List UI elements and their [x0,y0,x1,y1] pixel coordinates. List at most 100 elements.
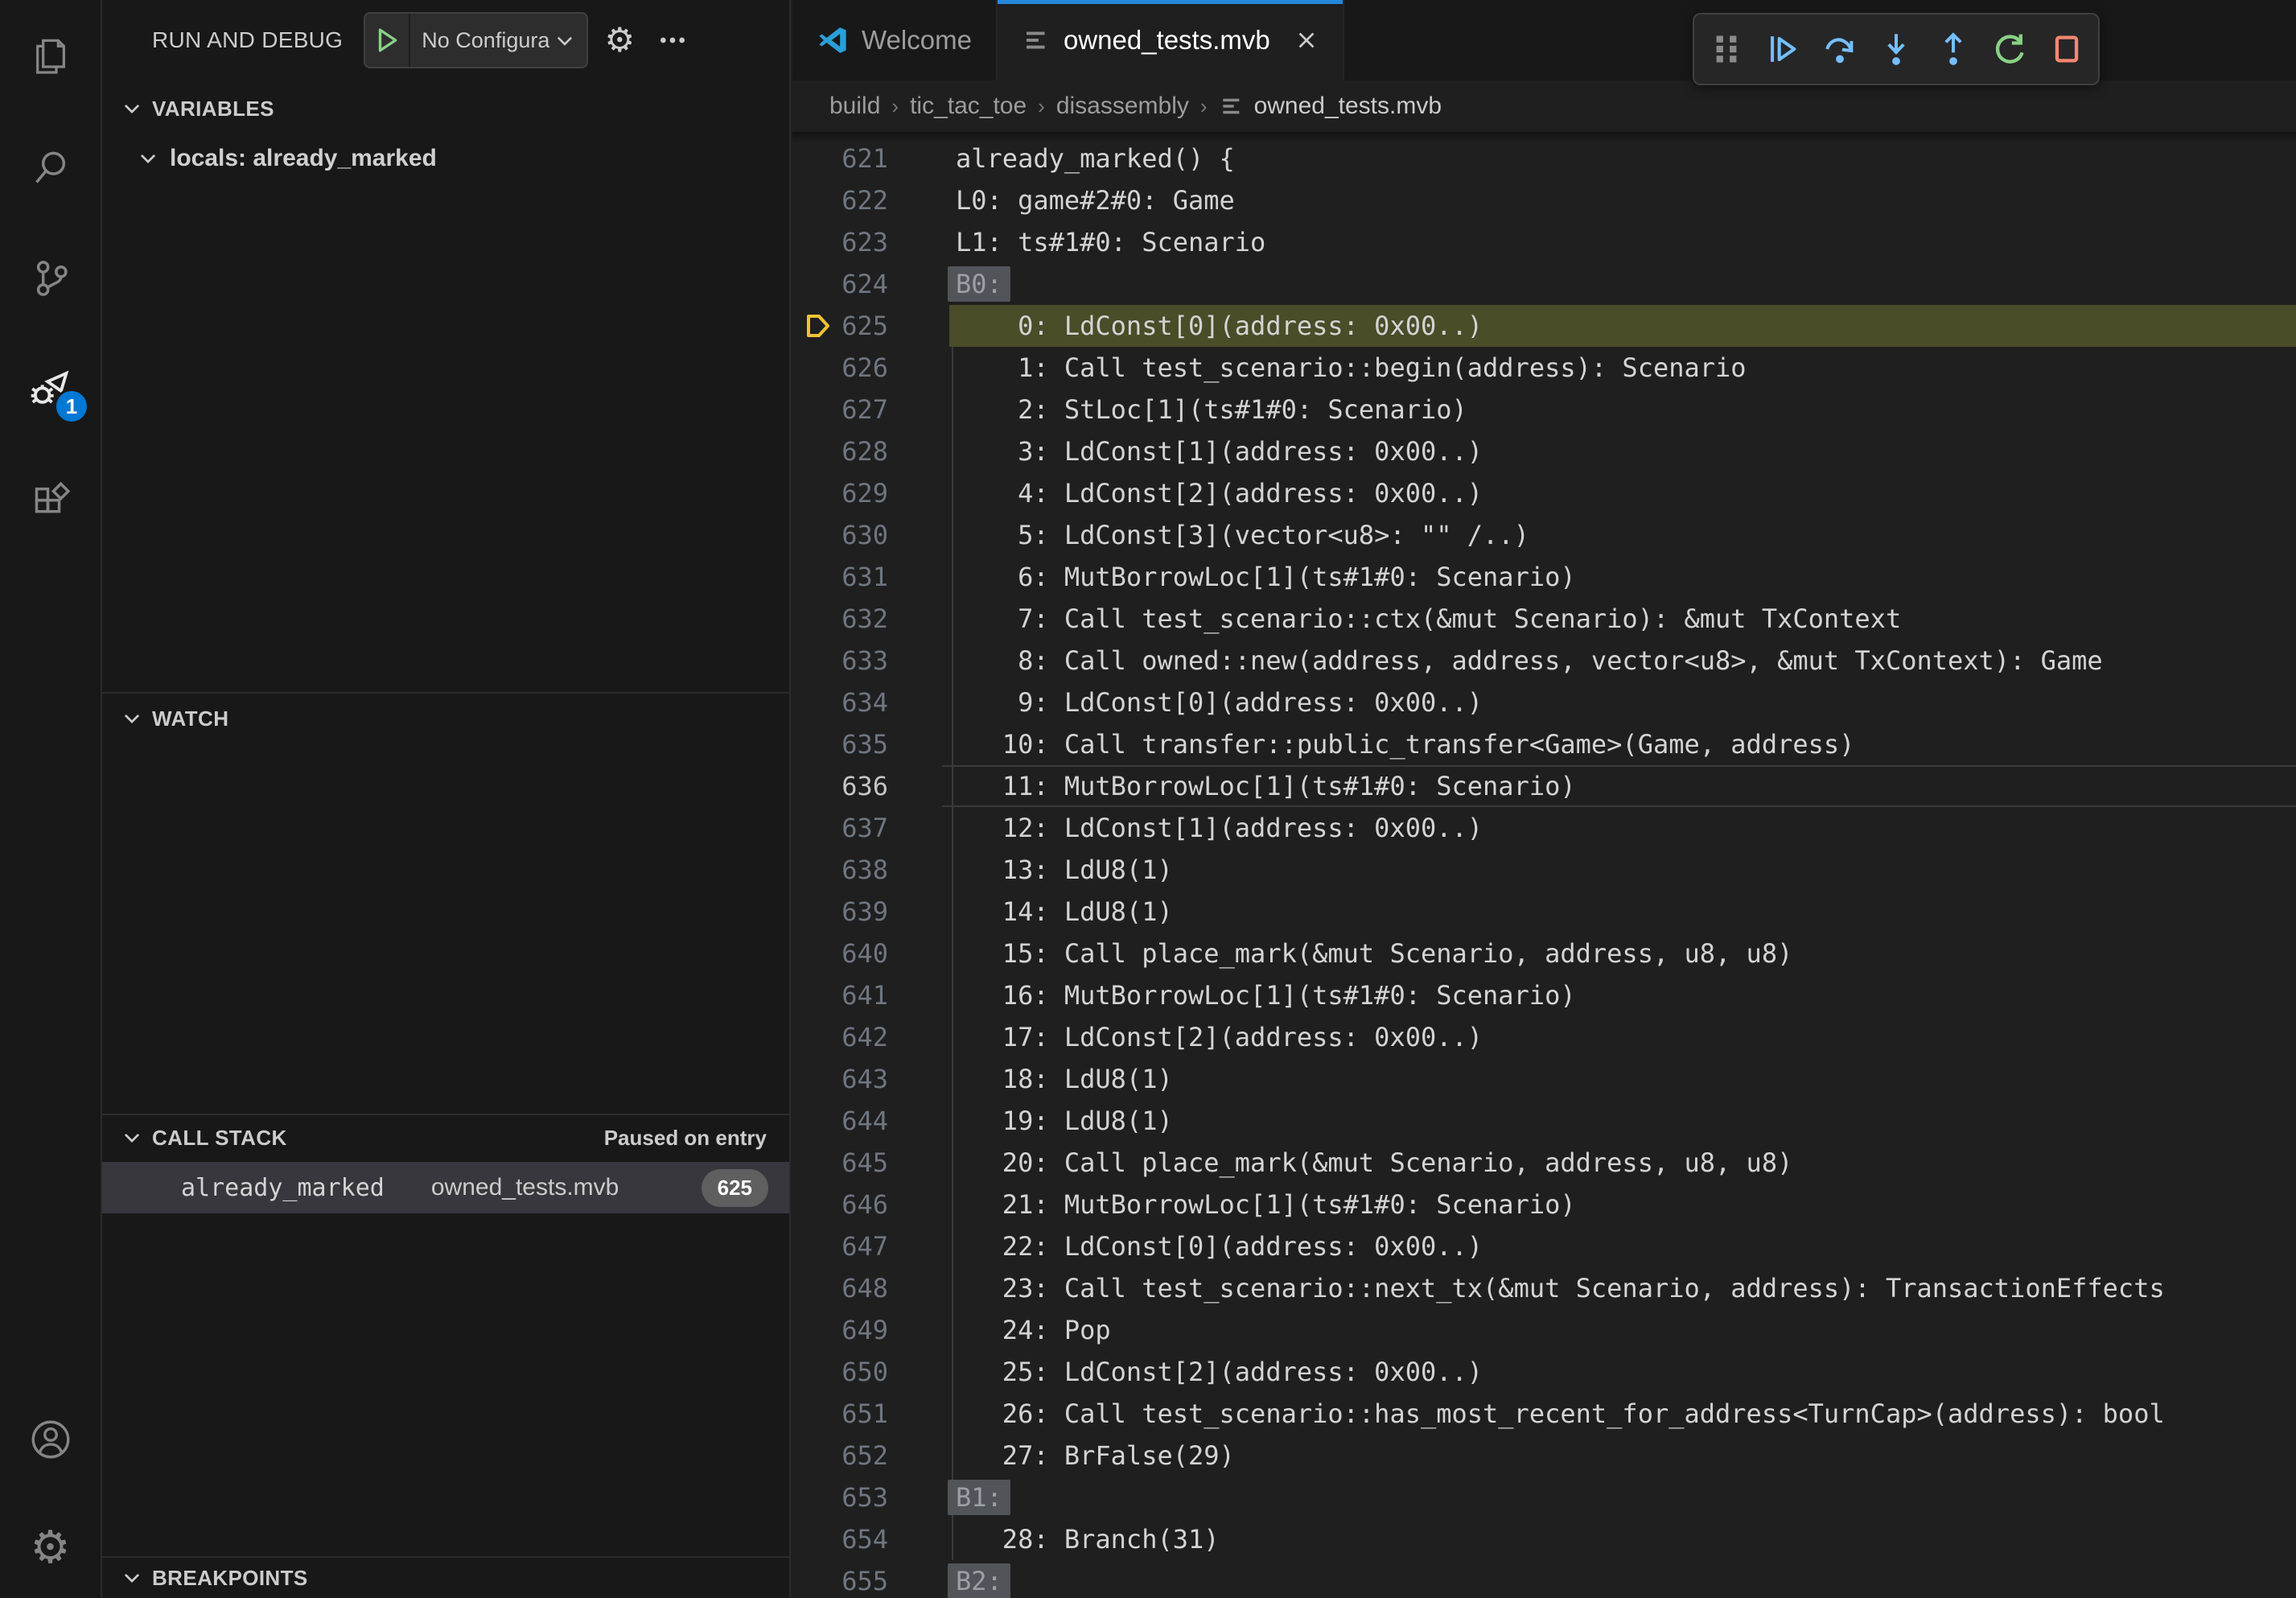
code-line[interactable]: 647 22: LdConst[0](address: 0x00..) [792,1225,2296,1267]
line-number[interactable]: 638 [792,849,949,891]
line-content[interactable]: 6: MutBorrowLoc[1](ts#1#0: Scenario) [949,556,2296,598]
line-content[interactable]: 4: LdConst[2](address: 0x00..) [949,472,2296,514]
line-content[interactable]: 9: LdConst[0](address: 0x00..) [949,682,2296,723]
code-line[interactable]: 649 24: Pop [792,1309,2296,1351]
line-number[interactable]: 637 [792,807,949,849]
explorer-icon[interactable] [0,11,101,100]
line-content[interactable]: 10: Call transfer::public_transfer<Game>… [949,723,2296,765]
restart-icon[interactable] [1985,24,2035,74]
code-line[interactable]: 639 14: LdU8(1) [792,891,2296,933]
code-line[interactable]: 628 3: LdConst[1](address: 0x00..) [792,430,2296,472]
code-line[interactable]: 626 1: Call test_scenario::begin(address… [792,347,2296,389]
line-number[interactable]: 633 [792,640,949,682]
line-content[interactable]: L1: ts#1#0: Scenario [949,221,2296,263]
line-number[interactable]: 632 [792,598,949,640]
code-line[interactable]: 645 20: Call place_mark(&mut Scenario, a… [792,1142,2296,1184]
line-content[interactable]: 28: Branch(31) [949,1518,2296,1560]
line-content[interactable]: L0: game#2#0: Game [949,179,2296,221]
line-content[interactable]: 11: MutBorrowLoc[1](ts#1#0: Scenario) [949,765,2296,807]
line-content[interactable]: B2: [949,1560,2296,1598]
line-number[interactable]: 644 [792,1100,949,1142]
code-line[interactable]: 631 6: MutBorrowLoc[1](ts#1#0: Scenario) [792,556,2296,598]
line-content[interactable]: 21: MutBorrowLoc[1](ts#1#0: Scenario) [949,1184,2296,1225]
code-line[interactable]: 627 2: StLoc[1](ts#1#0: Scenario) [792,389,2296,430]
code-line[interactable]: 653B1: [792,1477,2296,1518]
line-content[interactable]: 22: LdConst[0](address: 0x00..) [949,1225,2296,1267]
extensions-icon[interactable] [0,458,101,546]
tab-welcome[interactable]: Welcome [792,0,998,80]
call-stack-frame[interactable]: already_marked owned_tests.mvb 625 [102,1162,789,1213]
debug-settings-gear-icon[interactable]: ⚙ [598,19,641,62]
code-line[interactable]: 622L0: game#2#0: Game [792,179,2296,221]
line-number[interactable]: 653 [792,1477,949,1518]
line-content[interactable]: 14: LdU8(1) [949,891,2296,933]
line-content[interactable]: 3: LdConst[1](address: 0x00..) [949,430,2296,472]
line-number[interactable]: 631 [792,556,949,598]
code-line[interactable]: 630 5: LdConst[3](vector<u8>: "" /..) [792,514,2296,556]
line-content[interactable]: 17: LdConst[2](address: 0x00..) [949,1016,2296,1058]
breadcrumb-item[interactable]: tic_tac_toe [910,93,1027,120]
line-number[interactable]: 646 [792,1184,949,1225]
line-number[interactable]: 648 [792,1267,949,1309]
code-line[interactable]: 637 12: LdConst[1](address: 0x00..) [792,807,2296,849]
toolbar-drag-grip[interactable] [1701,24,1751,74]
code-line[interactable]: 642 17: LdConst[2](address: 0x00..) [792,1016,2296,1058]
line-number[interactable]: 624 [792,263,949,305]
line-number[interactable]: 647 [792,1225,949,1267]
stop-icon[interactable] [2042,24,2092,74]
line-number[interactable]: 623 [792,221,949,263]
line-content[interactable]: 2: StLoc[1](ts#1#0: Scenario) [949,389,2296,430]
breakpoints-section-header[interactable]: BREAKPOINTS [102,1556,789,1598]
code-line[interactable]: 650 25: LdConst[2](address: 0x00..) [792,1351,2296,1393]
account-icon[interactable] [0,1395,101,1484]
breadcrumb-item[interactable]: owned_tests.mvb [1219,93,1442,120]
line-number[interactable]: 629 [792,472,949,514]
code-line[interactable]: 636 11: MutBorrowLoc[1](ts#1#0: Scenario… [792,765,2296,807]
line-number[interactable]: 642 [792,1016,949,1058]
variables-section-header[interactable]: VARIABLES [102,84,789,134]
line-number[interactable]: 649 [792,1309,949,1351]
code-line[interactable]: 632 7: Call test_scenario::ctx(&mut Scen… [792,598,2296,640]
line-content[interactable]: 23: Call test_scenario::next_tx(&mut Sce… [949,1267,2296,1309]
line-number[interactable]: 645 [792,1142,949,1184]
line-number[interactable]: 630 [792,514,949,556]
line-content[interactable]: 13: LdU8(1) [949,849,2296,891]
line-content[interactable]: 20: Call place_mark(&mut Scenario, addre… [949,1142,2296,1184]
code-line[interactable]: 621already_marked() { [792,138,2296,179]
line-content[interactable]: 7: Call test_scenario::ctx(&mut Scenario… [949,598,2296,640]
line-content[interactable]: 0: LdConst[0](address: 0x00..) [949,305,2296,347]
call-stack-section-header[interactable]: CALL STACK Paused on entry [102,1114,789,1160]
line-number[interactable]: 643 [792,1058,949,1100]
line-content[interactable]: 26: Call test_scenario::has_most_recent_… [949,1393,2296,1435]
code-line[interactable]: 625 0: LdConst[0](address: 0x00..) [792,305,2296,347]
line-content[interactable]: 19: LdU8(1) [949,1100,2296,1142]
code-line[interactable]: 633 8: Call owned::new(address, address,… [792,640,2296,682]
close-tab-icon[interactable] [1294,28,1319,52]
line-content[interactable]: 15: Call place_mark(&mut Scenario, addre… [949,933,2296,974]
line-number[interactable]: 655 [792,1560,949,1598]
line-content[interactable]: B1: [949,1477,2296,1518]
settings-gear-icon[interactable]: ⚙ [0,1504,101,1592]
line-number[interactable]: 635 [792,723,949,765]
code-line[interactable]: 635 10: Call transfer::public_transfer<G… [792,723,2296,765]
code-line[interactable]: 646 21: MutBorrowLoc[1](ts#1#0: Scenario… [792,1184,2296,1225]
step-over-icon[interactable] [1815,24,1865,74]
breadcrumb-item[interactable]: build [829,93,880,120]
run-and-debug-icon[interactable]: 1 [0,344,101,432]
configuration-dropdown[interactable]: No Configura [410,28,586,53]
step-into-icon[interactable] [1871,24,1921,74]
watch-section-header[interactable]: WATCH [102,692,789,743]
line-number[interactable]: 641 [792,974,949,1016]
line-number[interactable]: 636 [792,765,949,807]
line-number[interactable]: 628 [792,430,949,472]
line-content[interactable]: 25: LdConst[2](address: 0x00..) [949,1351,2296,1393]
code-line[interactable]: 634 9: LdConst[0](address: 0x00..) [792,682,2296,723]
line-content[interactable]: already_marked() { [949,138,2296,179]
line-content[interactable]: 8: Call owned::new(address, address, vec… [949,640,2296,682]
line-content[interactable]: 27: BrFalse(29) [949,1435,2296,1477]
line-content[interactable]: 5: LdConst[3](vector<u8>: "" /..) [949,514,2296,556]
line-number[interactable]: 650 [792,1351,949,1393]
line-content[interactable]: 12: LdConst[1](address: 0x00..) [949,807,2296,849]
code-line[interactable]: 624B0: [792,263,2296,305]
line-number[interactable]: 627 [792,389,949,430]
